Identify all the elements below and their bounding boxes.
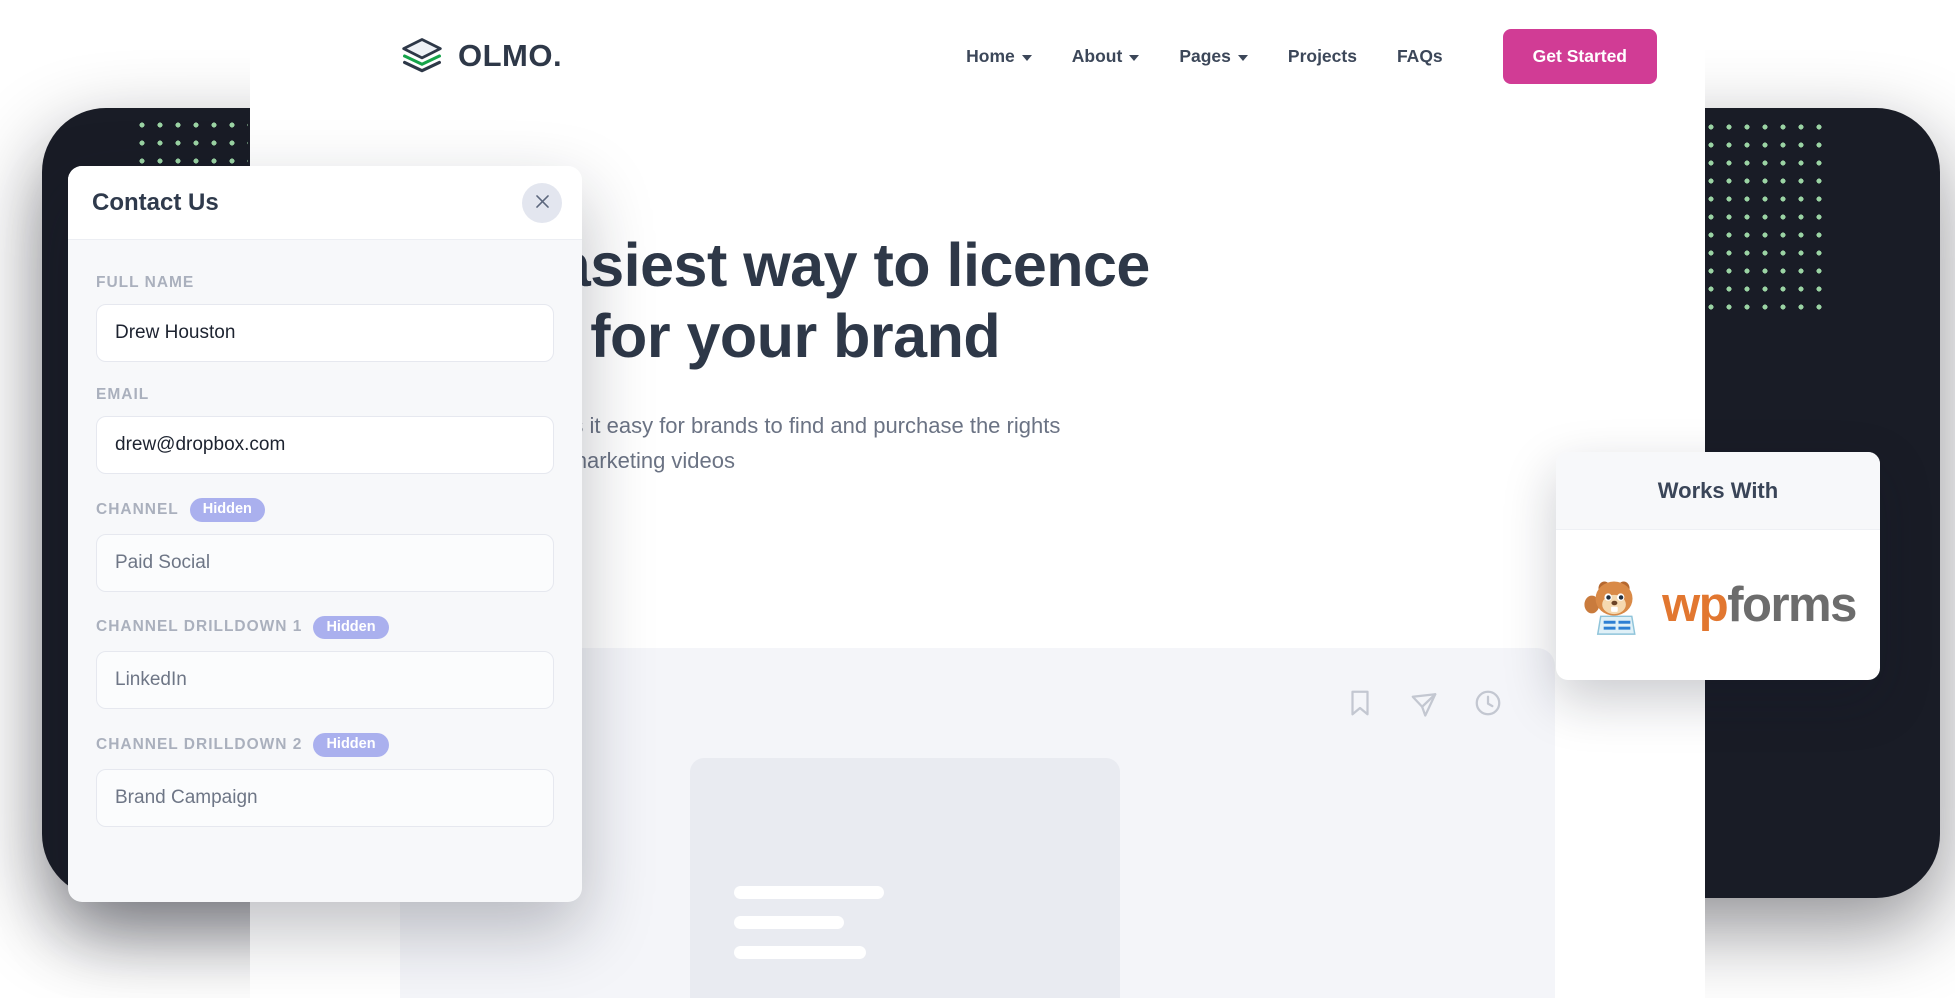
field-label-row: CHANNEL DRILLDOWN 1 Hidden [96, 615, 554, 639]
card-placeholder-block [690, 758, 1120, 998]
close-button[interactable] [522, 182, 562, 223]
get-started-button[interactable]: Get Started [1502, 28, 1657, 84]
wpforms-logo-wp: wp [1662, 577, 1729, 632]
chevron-down-icon [1129, 54, 1140, 61]
form-field-channel-drilldown-2: CHANNEL DRILLDOWN 2 Hidden [96, 733, 554, 827]
nav-link-pages-label: Pages [1179, 45, 1231, 66]
brand-logo[interactable]: OLMO. [400, 34, 562, 78]
wpforms-logo-forms: forms [1727, 577, 1857, 632]
works-with-body: wpforms [1556, 530, 1880, 680]
nav-links: Home About Pages Projects FAQs Get Start… [966, 28, 1657, 84]
beaver-mascot-icon [1580, 566, 1654, 645]
send-icon[interactable] [1409, 688, 1439, 718]
chevron-down-icon [1021, 54, 1032, 61]
status-badge-hidden: Hidden [313, 733, 389, 757]
channel-drilldown-1-label: CHANNEL DRILLDOWN 1 [96, 618, 303, 636]
form-field-channel-drilldown-1: CHANNEL DRILLDOWN 1 Hidden [96, 615, 554, 709]
channel-label: CHANNEL [96, 500, 179, 518]
contact-us-modal: Contact Us FULL NAME EMAIL [68, 166, 582, 902]
field-label-row: EMAIL [96, 386, 554, 404]
nav-link-projects[interactable]: Projects [1288, 46, 1357, 67]
placeholder-line [734, 946, 866, 959]
form-field-full-name: FULL NAME [96, 274, 554, 362]
nav-link-faqs[interactable]: FAQs [1397, 46, 1443, 67]
channel-input[interactable] [96, 533, 554, 592]
email-label: EMAIL [96, 386, 150, 403]
navbar: OLMO. Home About Pages Projects FAQs Get… [250, 0, 1705, 112]
nav-link-home[interactable]: Home [966, 46, 1032, 67]
status-badge-hidden: Hidden [313, 615, 389, 639]
modal-body: FULL NAME EMAIL CHANNEL Hidden CHA [68, 240, 582, 827]
email-input[interactable] [96, 416, 554, 474]
form-field-email: EMAIL [96, 386, 554, 474]
full-name-label: FULL NAME [96, 274, 195, 291]
nav-link-about[interactable]: About [1072, 46, 1140, 67]
field-label-row: FULL NAME [96, 274, 554, 292]
wpforms-logo-text: wpforms [1662, 577, 1857, 632]
placeholder-line [734, 916, 844, 929]
modal-header: Contact Us [68, 166, 582, 240]
field-label-row: CHANNEL DRILLDOWN 2 Hidden [96, 733, 554, 757]
bookmark-icon[interactable] [1345, 688, 1375, 718]
chevron-down-icon [1237, 54, 1248, 61]
nav-link-home-label: Home [966, 45, 1015, 66]
channel-drilldown-2-input[interactable] [96, 768, 554, 827]
nav-link-projects-label: Projects [1287, 45, 1357, 66]
channel-drilldown-2-label: CHANNEL DRILLDOWN 2 [96, 735, 303, 753]
screenshot-stage: OLMO. Home About Pages Projects FAQs Get… [0, 0, 1955, 998]
close-icon [533, 192, 552, 214]
dot-grid-decoration-right [1702, 118, 1824, 313]
nav-link-about-label: About [1071, 45, 1123, 66]
full-name-input[interactable] [96, 304, 554, 362]
clock-icon[interactable] [1473, 688, 1503, 718]
placeholder-line [734, 886, 884, 899]
field-label-row: CHANNEL Hidden [96, 498, 554, 522]
works-with-title: Works With [1657, 477, 1779, 503]
modal-title: Contact Us [92, 188, 219, 216]
works-with-panel: Works With wpforms [1556, 452, 1880, 680]
layer-stack-icon [400, 34, 444, 78]
nav-link-faqs-label: FAQs [1396, 45, 1443, 66]
form-field-channel: CHANNEL Hidden [96, 498, 554, 592]
nav-link-pages[interactable]: Pages [1179, 46, 1248, 67]
works-with-header: Works With [1556, 452, 1880, 530]
status-badge-hidden: Hidden [189, 498, 265, 522]
brand-name: OLMO. [458, 38, 563, 73]
card-icon-row [1345, 688, 1503, 718]
channel-drilldown-1-input[interactable] [96, 651, 554, 709]
